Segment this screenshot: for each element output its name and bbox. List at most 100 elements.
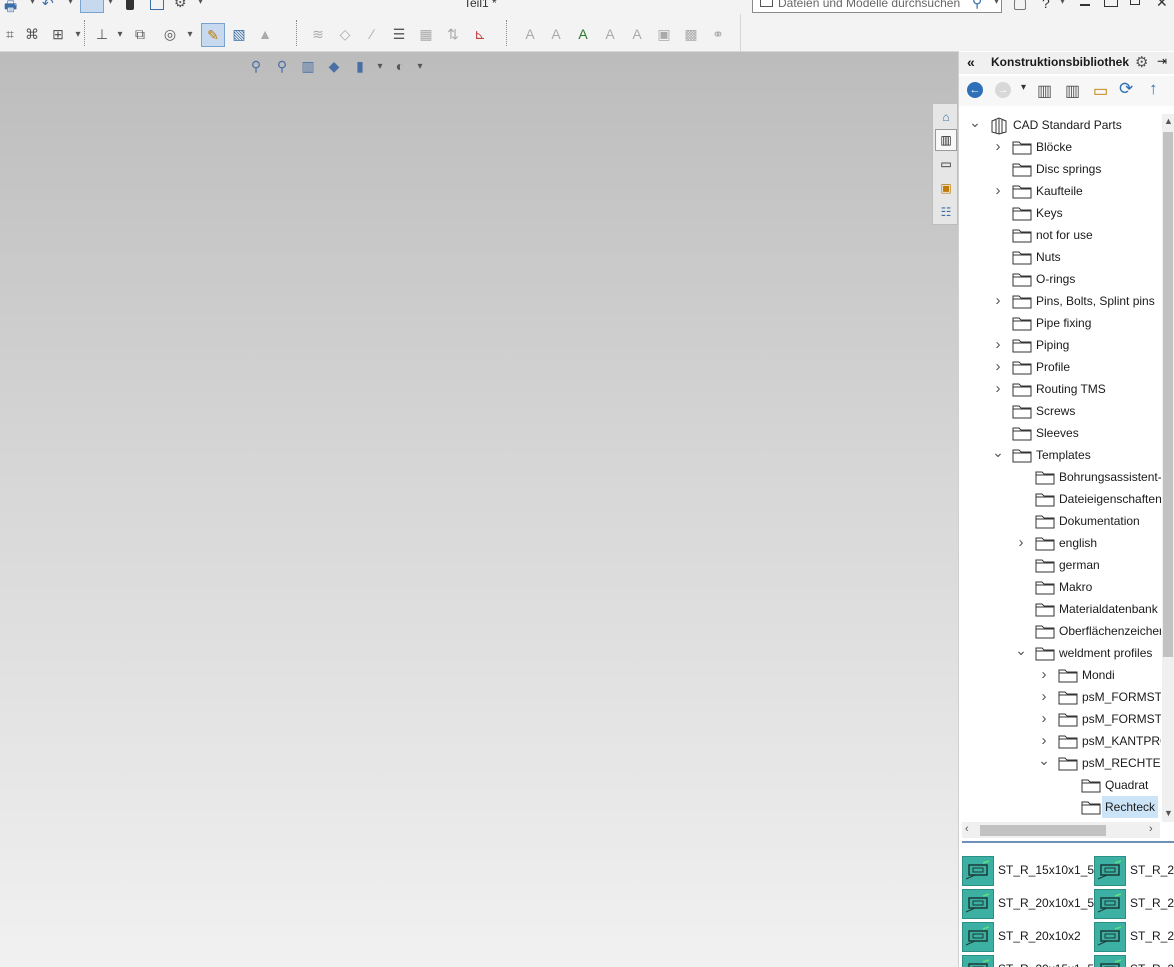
tree-item[interactable]: Screws <box>959 400 1161 422</box>
library-item[interactable]: ST_R_20x10x1_5 <box>962 887 1094 919</box>
tree-item[interactable]: ⌄ psM_RECHTEC <box>959 752 1161 774</box>
tree-item[interactable]: Quadrat <box>959 774 1161 796</box>
reference-geometry-icon[interactable]: ⊥ <box>92 24 112 44</box>
chevron-right-icon[interactable]: › <box>992 290 1004 312</box>
dropdown-arrow-icon[interactable]: ▾ <box>110 24 130 44</box>
display-style-icon[interactable]: ▮ <box>350 56 370 76</box>
tile-windows-icon[interactable] <box>1104 0 1118 7</box>
chevron-right-icon[interactable]: › <box>992 334 1004 356</box>
user-icon[interactable] <box>1014 0 1026 10</box>
dropdown-arrow-icon[interactable]: ▾ <box>370 56 390 76</box>
up-one-level-icon[interactable]: ↑ <box>1149 79 1158 99</box>
note-icon[interactable]: A <box>520 24 540 44</box>
scroll-up-icon[interactable]: ▲ <box>1164 116 1173 126</box>
link-icon[interactable]: ⚭ <box>708 24 728 44</box>
tree-item[interactable]: › Piping <box>959 334 1161 356</box>
help-icon[interactable]: ? <box>1042 0 1050 11</box>
tree-item[interactable]: Sleeves <box>959 422 1161 444</box>
chevron-down-icon[interactable]: ⌄ <box>992 444 1004 466</box>
close-icon[interactable]: ✕ <box>1156 0 1168 11</box>
dropdown-arrow-icon[interactable]: ▾ <box>68 0 73 7</box>
design-library-icon[interactable]: ▥ <box>935 129 957 151</box>
tree-item[interactable]: ⌄ weldment profiles <box>959 642 1161 664</box>
tree-item[interactable]: Dokumentation <box>959 510 1161 532</box>
search-scope-icon[interactable] <box>760 0 773 7</box>
zoom-to-fit-icon[interactable]: ⚲ <box>246 56 266 76</box>
options-gear-icon[interactable]: ⚙ <box>174 0 187 11</box>
sketch-icon[interactable]: ✎ <box>201 23 225 47</box>
tree-item[interactable]: Nuts <box>959 246 1161 268</box>
create-new-folder-icon[interactable]: ▭ <box>1093 81 1108 101</box>
library-item[interactable]: ST_R_20x15x1_5 <box>962 953 1094 967</box>
tree-item[interactable]: › psM_FORMSTA <box>959 686 1162 708</box>
pin-icon[interactable]: ⇥ <box>1157 54 1167 68</box>
scroll-down-icon[interactable]: ▼ <box>1164 808 1173 818</box>
tree-item[interactable]: › psM_KANTPRC <box>959 730 1162 752</box>
offset-icon[interactable]: ⊞ <box>48 24 68 44</box>
extrude-icon[interactable]: ▲ <box>255 24 275 44</box>
cut-list-icon[interactable]: ☰ <box>389 24 409 44</box>
dropdown-arrow-icon[interactable]: ▾ <box>1060 0 1065 7</box>
print-icon[interactable]: 🖶 <box>4 0 17 14</box>
tree-item[interactable]: german <box>959 554 1161 576</box>
dropdown-arrow-icon[interactable]: ▾ <box>30 0 35 7</box>
panel-options-gear-icon[interactable]: ⚙ <box>1135 53 1148 71</box>
tree-item[interactable]: ⌄ CAD Standard Parts <box>959 114 1161 136</box>
add-to-library-icon[interactable]: ▥ <box>1037 81 1052 101</box>
chevron-right-icon[interactable]: › <box>1015 532 1027 554</box>
hatch-icon[interactable]: ▩ <box>681 24 701 44</box>
tree-item[interactable]: › english <box>959 532 1161 554</box>
tree-item[interactable]: Materialdatenbank <box>959 598 1161 620</box>
section-view-icon[interactable]: ▥ <box>298 56 318 76</box>
tree-item[interactable]: Oberflächenzeicher <box>959 620 1161 642</box>
file-properties-icon[interactable] <box>150 0 164 10</box>
add-file-location-icon[interactable]: ▥ <box>1065 81 1080 101</box>
tree-item[interactable]: Makro <box>959 576 1161 598</box>
chevron-right-icon[interactable]: › <box>992 180 1004 202</box>
library-item[interactable]: ST_R_20x10x2 <box>962 920 1092 952</box>
custom-properties-icon[interactable]: ☷ <box>935 201 957 223</box>
tree-item[interactable]: Bohrungsassistent- <box>959 466 1161 488</box>
text-insert-icon[interactable]: A <box>573 24 593 44</box>
tree-item[interactable]: › Pins, Bolts, Splint pins <box>959 290 1161 312</box>
chevron-right-icon[interactable]: › <box>992 378 1004 400</box>
trim-extend-icon[interactable]: ⇅ <box>443 24 463 44</box>
search-icon[interactable]: ⚲ <box>972 0 982 11</box>
forward-icon[interactable]: → <box>995 82 1011 98</box>
hide-show-items-icon[interactable]: ◐ <box>390 56 410 76</box>
select-tool-icon[interactable] <box>80 0 104 13</box>
chevron-right-icon[interactable]: › <box>992 136 1004 158</box>
scroll-right-icon[interactable]: › <box>1149 823 1153 835</box>
tree-item[interactable]: Rechteck <box>959 796 1161 818</box>
refresh-icon[interactable]: ⟳ <box>1119 79 1133 99</box>
gusset-icon[interactable]: ◇ <box>335 24 355 44</box>
tree-item[interactable]: › Mondi <box>959 664 1161 686</box>
tree-item[interactable]: › Profile <box>959 356 1161 378</box>
tree-horizontal-scroll-thumb[interactable] <box>980 825 1106 836</box>
search-input[interactable]: Dateien und Modelle durchsuchen <box>778 0 960 10</box>
library-item[interactable]: ST_R_25x <box>1094 953 1174 967</box>
chevron-down-icon[interactable]: ⌄ <box>1015 642 1027 664</box>
balloon-icon[interactable]: A <box>600 24 620 44</box>
rebuild-icon[interactable] <box>126 0 134 10</box>
dropdown-arrow-icon[interactable]: ▾ <box>1021 82 1026 93</box>
view-orientation-icon[interactable]: ◆ <box>324 56 344 76</box>
dropdown-arrow-icon[interactable]: ▾ <box>108 0 113 7</box>
undo-icon[interactable]: ↶ <box>42 0 54 12</box>
end-cap-icon[interactable]: ▦ <box>416 24 436 44</box>
collapse-panel-icon[interactable]: « <box>967 54 975 70</box>
weld-bead-icon[interactable]: ∕ <box>362 24 382 44</box>
pane-splitter[interactable] <box>962 841 1174 847</box>
tree-item[interactable]: › psM_FORMSTA <box>959 708 1162 730</box>
smart-dimension-icon[interactable]: ▧ <box>229 24 249 44</box>
chevron-down-icon[interactable]: ⌄ <box>969 114 981 136</box>
datum-icon[interactable]: A <box>627 24 647 44</box>
trim-icon[interactable]: ⌗ <box>0 24 20 44</box>
zoom-to-area-icon[interactable]: ⚲ <box>272 56 292 76</box>
tree-item[interactable]: › Kaufteile <box>959 180 1161 202</box>
tree-item[interactable]: ⌄ Templates <box>959 444 1161 466</box>
dropdown-arrow-icon[interactable]: ▾ <box>198 0 203 7</box>
tree-item[interactable]: Keys <box>959 202 1161 224</box>
home-icon[interactable]: ⌂ <box>935 106 957 128</box>
chevron-right-icon[interactable]: › <box>1038 664 1050 686</box>
